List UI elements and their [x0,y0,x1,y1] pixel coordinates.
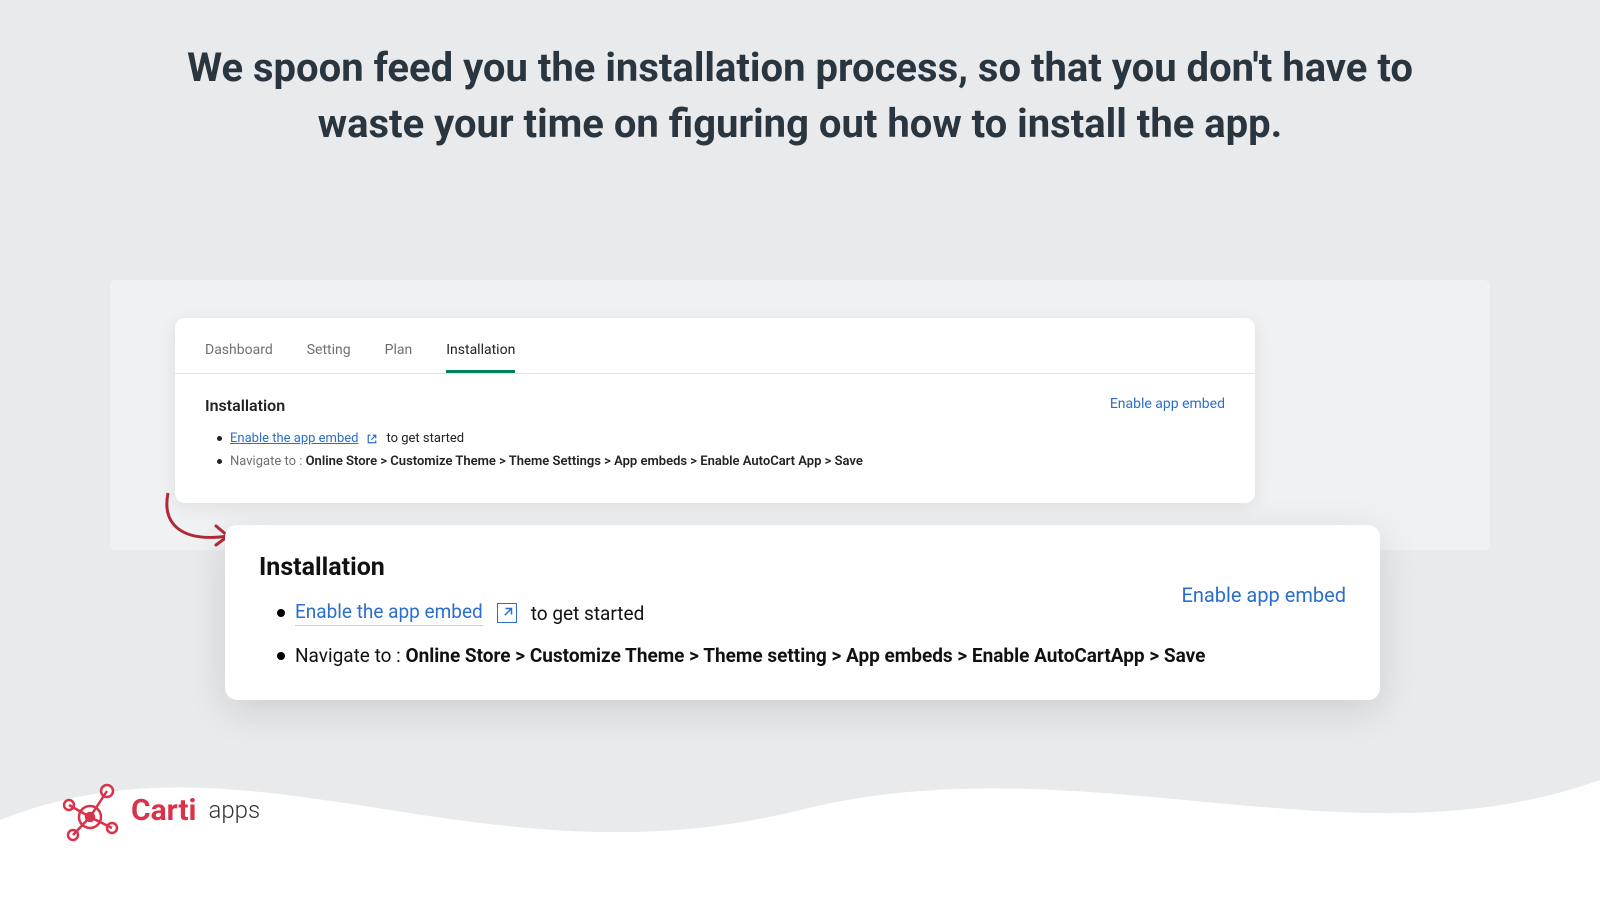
navigate-prefix: Navigate to : [230,454,306,469]
instruction-item-2-zoom: Navigate to : Online Store > Customize T… [277,644,1346,667]
logo-text-main: Carti [131,793,197,828]
tab-dashboard[interactable]: Dashboard [205,342,273,373]
bullet-icon [217,459,222,464]
external-link-icon[interactable] [366,433,378,445]
external-link-icon[interactable] [497,603,517,623]
tabs-row: Dashboard Setting Plan Installation [175,318,1255,373]
tab-installation[interactable]: Installation [446,342,515,373]
instruction-list: Enable the app embed to get started Navi… [205,431,1225,469]
hero-headline: We spoon feed you the installation proce… [0,0,1600,152]
navigate-path: Online Store > Customize Theme > Theme S… [306,454,863,469]
installation-card-zoomed: Installation Enable app embed Enable the… [225,525,1380,700]
logo-mark-icon [55,775,125,845]
navigate-path-zoom: Online Store > Customize Theme > Theme s… [405,644,1205,667]
instruction-item-1: Enable the app embed to get started [217,431,1225,446]
brand-logo: Carti apps [55,775,260,845]
bullet-icon [277,652,285,660]
instruction-list-zoom: Enable the app embed to get started Navi… [259,600,1346,667]
enable-embed-inline-link-zoom[interactable]: Enable the app embed [295,600,483,626]
logo-text-sub: apps [209,796,261,824]
enable-app-embed-link-zoom[interactable]: Enable app embed [1181,583,1346,607]
instruction-suffix: to get started [386,431,464,446]
instruction-suffix-zoom: to get started [531,602,645,625]
section-title-zoom: Installation [259,553,1346,582]
bullet-icon [277,609,285,617]
navigate-prefix-zoom: Navigate to : [295,644,405,667]
tab-setting[interactable]: Setting [307,342,351,373]
enable-embed-inline-link[interactable]: Enable the app embed [230,431,358,446]
installation-card-small: Dashboard Setting Plan Installation Inst… [175,318,1255,503]
instruction-item-2: Navigate to : Online Store > Customize T… [217,454,1225,469]
section-title: Installation [205,396,1225,415]
enable-app-embed-link[interactable]: Enable app embed [1110,396,1225,412]
bullet-icon [217,436,222,441]
tab-plan[interactable]: Plan [385,342,413,373]
